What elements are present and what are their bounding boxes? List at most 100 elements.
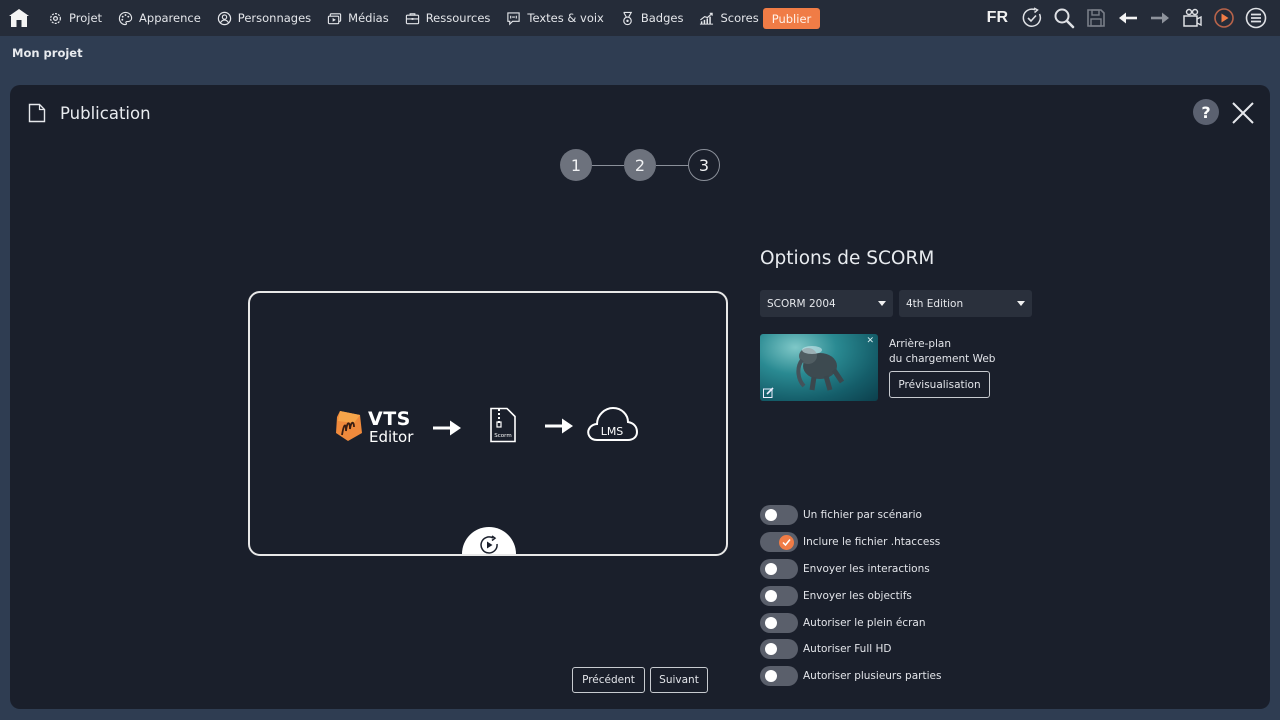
toggle-switch[interactable] bbox=[760, 505, 798, 526]
toggle-label: Autoriser plusieurs parties bbox=[803, 670, 942, 683]
check-button[interactable] bbox=[1016, 0, 1048, 36]
gear-icon bbox=[50, 12, 61, 24]
edit-icon[interactable] bbox=[763, 387, 774, 398]
toggle-switch[interactable] bbox=[760, 585, 798, 606]
replay-button[interactable] bbox=[462, 527, 516, 554]
nav-medias[interactable]: Médias bbox=[319, 0, 397, 36]
toggle-switch[interactable] bbox=[760, 532, 798, 553]
scorm-options: Options de SCORM SCORM 2004 4th Edition … bbox=[760, 248, 1060, 687]
stepper: 1 2 3 bbox=[560, 149, 720, 181]
step-1[interactable]: 1 bbox=[560, 149, 592, 181]
nav-scores[interactable]: Scores bbox=[691, 0, 766, 36]
menu-button[interactable] bbox=[1240, 0, 1272, 36]
toggle-row: Inclure le fichier .htaccess bbox=[760, 529, 941, 556]
toggle-knob bbox=[765, 643, 777, 656]
document-icon bbox=[28, 103, 46, 123]
check-icon bbox=[782, 539, 791, 547]
chart-icon bbox=[700, 12, 714, 25]
palette-icon bbox=[118, 11, 133, 25]
briefcase-icon bbox=[405, 12, 419, 24]
step-connector bbox=[656, 164, 688, 166]
elephant-image bbox=[796, 346, 845, 391]
search-button[interactable] bbox=[1048, 0, 1080, 36]
previous-button[interactable]: Précédent bbox=[572, 667, 645, 693]
scorm-version-value: SCORM 2004 bbox=[767, 297, 836, 310]
nav-personnages[interactable]: Personnages bbox=[209, 0, 319, 36]
media-icon bbox=[328, 12, 342, 24]
speech-bubble-icon bbox=[507, 11, 521, 25]
background-thumbnail[interactable]: ✕ bbox=[760, 334, 878, 401]
nav-projet[interactable]: Projet bbox=[40, 0, 110, 36]
dialog-header: Publication bbox=[28, 103, 151, 123]
home-icon bbox=[9, 9, 29, 27]
nav-label: Scores bbox=[720, 11, 759, 25]
play-button[interactable] bbox=[1208, 0, 1240, 36]
redo-button[interactable] bbox=[1144, 0, 1176, 36]
nav-label: Projet bbox=[69, 11, 103, 25]
help-button[interactable]: ? bbox=[1193, 99, 1219, 125]
cloud-icon: LMS bbox=[587, 406, 639, 441]
nav-label: Badges bbox=[640, 11, 684, 25]
toggle-switch[interactable] bbox=[760, 612, 798, 633]
home-button[interactable] bbox=[8, 7, 30, 29]
language-selector[interactable]: FR bbox=[987, 9, 1008, 27]
toggle-label: Inclure le fichier .htaccess bbox=[803, 536, 941, 549]
nav-label: Médias bbox=[348, 11, 389, 25]
background-label-line2: du chargement Web bbox=[889, 353, 996, 365]
next-button[interactable]: Suivant bbox=[650, 667, 708, 693]
toggle-switch[interactable] bbox=[760, 639, 798, 660]
project-name: Mon projet bbox=[12, 46, 83, 60]
nav-apparence[interactable]: Apparence bbox=[110, 0, 209, 36]
toggle-knob bbox=[779, 535, 794, 551]
close-icon bbox=[1232, 102, 1254, 124]
scorm-version-select[interactable]: SCORM 2004 bbox=[760, 290, 893, 317]
toggle-switch[interactable] bbox=[760, 558, 798, 579]
toggle-row: Envoyer les interactions bbox=[760, 556, 941, 583]
toggle-label: Autoriser le plein écran bbox=[803, 616, 926, 629]
publish-flow-diagram: VTS Editor Scorm LMS bbox=[334, 406, 644, 451]
arrow-right-icon bbox=[545, 418, 573, 434]
nav-ressources[interactable]: Ressources bbox=[397, 0, 499, 36]
camera-button[interactable] bbox=[1176, 0, 1208, 36]
nav-label: Apparence bbox=[139, 11, 201, 25]
remove-background-icon[interactable]: ✕ bbox=[866, 336, 874, 346]
scorm-selects: SCORM 2004 4th Edition bbox=[760, 290, 1038, 317]
toggle-knob bbox=[765, 562, 777, 575]
toggle-label: Envoyer les interactions bbox=[803, 562, 930, 575]
undo-button[interactable] bbox=[1112, 0, 1144, 36]
person-circle-icon bbox=[217, 11, 231, 25]
save-button[interactable] bbox=[1080, 0, 1112, 36]
publication-dialog: Publication ? 1 2 3 VTS Editor Scorm LMS… bbox=[10, 85, 1270, 709]
toggle-switch[interactable] bbox=[760, 666, 798, 687]
close-button[interactable] bbox=[1230, 100, 1256, 126]
toggle-row: Autoriser Full HD bbox=[760, 636, 941, 663]
scorm-edition-select[interactable]: 4th Edition bbox=[899, 290, 1032, 317]
nav-label: Textes & voix bbox=[527, 11, 604, 25]
background-label: Arrière-plan du chargement Web bbox=[889, 337, 995, 367]
save-icon bbox=[1087, 9, 1105, 27]
preview-button[interactable]: Prévisualisation bbox=[889, 371, 990, 398]
play-icon bbox=[1214, 8, 1234, 28]
toggle-label: Envoyer les objectifs bbox=[803, 589, 912, 602]
vts-logo-icon bbox=[336, 411, 362, 441]
toggle-row: Autoriser le plein écran bbox=[760, 609, 941, 636]
menu-icon bbox=[1245, 7, 1267, 29]
undo-arrow-icon bbox=[1119, 12, 1137, 24]
nav-textes-voix[interactable]: Textes & voix bbox=[498, 0, 611, 36]
nav-badges[interactable]: Badges bbox=[612, 0, 692, 36]
medal-icon bbox=[623, 11, 633, 25]
toggle-row: Autoriser plusieurs parties bbox=[760, 663, 941, 690]
loading-background-setting: ✕ Arrière-plan du chargement Web Prévisu… bbox=[760, 334, 1060, 401]
caret-down-icon bbox=[878, 301, 886, 306]
nav-label: Ressources bbox=[425, 11, 491, 25]
options-title: Options de SCORM bbox=[760, 248, 935, 269]
option-toggles: Un fichier par scénario Inclure le fichie… bbox=[760, 502, 941, 690]
right-toolbar: FR bbox=[987, 0, 1272, 36]
step-2[interactable]: 2 bbox=[624, 149, 656, 181]
caret-down-icon bbox=[1017, 301, 1025, 306]
step-3[interactable]: 3 bbox=[688, 149, 720, 181]
toggle-label: Autoriser Full HD bbox=[803, 643, 892, 656]
arrow-right-icon bbox=[433, 420, 461, 436]
publish-button[interactable]: Publier bbox=[763, 8, 820, 29]
toggle-knob bbox=[765, 670, 777, 683]
